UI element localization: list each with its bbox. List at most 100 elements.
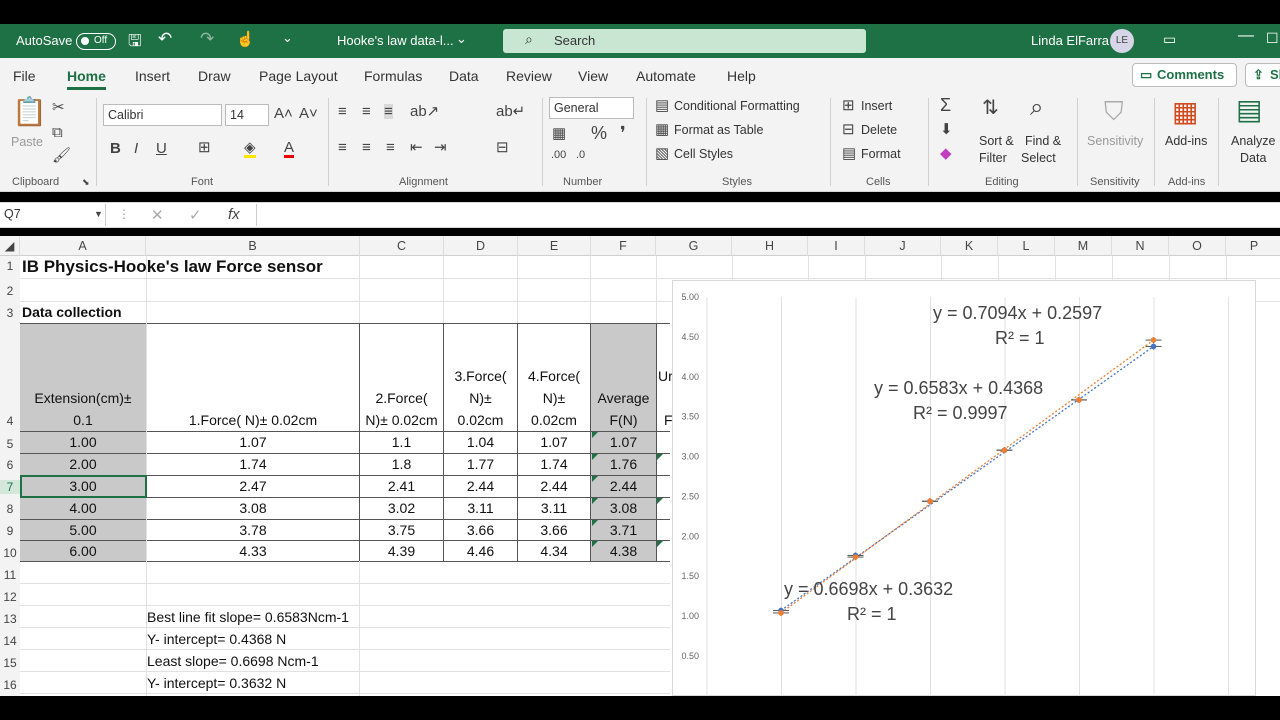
- align-left-icon[interactable]: ≡: [338, 140, 347, 155]
- tab-home[interactable]: Home: [67, 68, 106, 90]
- table-cell[interactable]: 4.38: [591, 543, 656, 559]
- column-header[interactable]: P: [1226, 236, 1280, 256]
- table-cell[interactable]: 3.00: [20, 478, 146, 494]
- column-header[interactable]: M: [1055, 236, 1112, 256]
- tab-review[interactable]: Review: [506, 68, 552, 84]
- table-cell[interactable]: 5.00: [20, 522, 146, 538]
- insert-function-icon[interactable]: fx: [228, 207, 240, 222]
- table-cell[interactable]: 3.02: [360, 500, 443, 516]
- tab-formulas[interactable]: Formulas: [364, 68, 422, 84]
- tab-file[interactable]: File: [13, 68, 36, 84]
- table-cell[interactable]: 3.08: [591, 500, 656, 516]
- shrink-font-icon[interactable]: A˅: [299, 106, 318, 121]
- row-header[interactable]: 6: [0, 458, 20, 472]
- font-color-icon[interactable]: A: [284, 140, 295, 158]
- column-header[interactable]: N: [1112, 236, 1169, 256]
- row-header[interactable]: 8: [0, 502, 20, 516]
- column-header[interactable]: J: [865, 236, 941, 256]
- wrap-text-icon[interactable]: ab↵: [496, 104, 525, 119]
- table-cell[interactable]: 3.11: [518, 500, 590, 516]
- delete-cells-button[interactable]: Delete: [861, 123, 897, 137]
- chevron-down-icon[interactable]: ⌄: [456, 31, 467, 47]
- data-label[interactable]: Data: [1240, 151, 1266, 165]
- table-cell[interactable]: 3.66: [518, 522, 590, 538]
- tab-help[interactable]: Help: [727, 68, 756, 84]
- table-cell[interactable]: 2.00: [20, 456, 146, 472]
- row-header[interactable]: 13: [0, 612, 20, 626]
- copy-icon[interactable]: ⧉: [52, 125, 63, 140]
- fill-icon[interactable]: ⬇: [940, 122, 953, 137]
- format-cells-button[interactable]: Format: [861, 147, 901, 161]
- paste-label[interactable]: Paste: [11, 135, 43, 149]
- format-cells-icon[interactable]: ▤: [842, 146, 856, 161]
- table-cell[interactable]: 3.75: [360, 522, 443, 538]
- table-cell[interactable]: 2.41: [360, 478, 443, 494]
- merge-center-icon[interactable]: ⊟: [496, 140, 509, 155]
- customize-qat-icon[interactable]: ⌄: [282, 30, 293, 46]
- undo-icon[interactable]: ↶: [158, 29, 172, 49]
- table-cell[interactable]: 3.71: [591, 522, 656, 538]
- table-cell[interactable]: 3.11: [444, 500, 517, 516]
- insert-cells-button[interactable]: Insert: [861, 99, 892, 113]
- column-header[interactable]: D: [444, 236, 518, 256]
- table-cell[interactable]: 3.08: [147, 500, 359, 516]
- analyze-data-icon[interactable]: ▤: [1236, 96, 1262, 124]
- cancel-icon[interactable]: ✕: [151, 208, 164, 223]
- center-icon[interactable]: ≡: [362, 140, 371, 155]
- tab-draw[interactable]: Draw: [198, 68, 231, 84]
- column-header[interactable]: E: [518, 236, 591, 256]
- column-header[interactable]: K: [941, 236, 998, 256]
- filter-label[interactable]: Filter: [979, 151, 1007, 165]
- touch-mode-icon[interactable]: ☝: [236, 30, 255, 48]
- row-header[interactable]: 10: [0, 546, 20, 560]
- table-cell[interactable]: 1.07: [147, 434, 359, 450]
- column-header[interactable]: A: [20, 236, 146, 256]
- orientation-icon[interactable]: ab↗: [410, 104, 439, 119]
- column-header[interactable]: B: [146, 236, 360, 256]
- row-header[interactable]: 3: [0, 306, 20, 320]
- save-icon[interactable]: 🖫: [128, 30, 142, 57]
- clear-icon[interactable]: ◆: [940, 146, 952, 161]
- sort-label[interactable]: Sort &: [979, 134, 1014, 148]
- italic-icon[interactable]: I: [134, 141, 138, 156]
- tab-view[interactable]: View: [578, 68, 608, 84]
- column-header[interactable]: G: [656, 236, 732, 256]
- table-cell[interactable]: 2.44: [518, 478, 590, 494]
- column-header[interactable]: O: [1169, 236, 1226, 256]
- maximize-icon[interactable]: ☐: [1266, 30, 1279, 47]
- table-cell[interactable]: 6.00: [20, 543, 146, 559]
- comments-button[interactable]: ▭ Comments: [1132, 63, 1237, 87]
- column-header[interactable]: L: [998, 236, 1055, 256]
- insert-cells-icon[interactable]: ⊞: [842, 98, 855, 113]
- table-cell[interactable]: 2.44: [591, 478, 656, 494]
- file-name[interactable]: Hooke's law data-l...: [337, 33, 454, 48]
- enter-icon[interactable]: ✓: [189, 208, 202, 223]
- redo-icon[interactable]: ↷: [200, 29, 214, 49]
- select-label[interactable]: Select: [1021, 151, 1056, 165]
- cut-icon[interactable]: ✂: [52, 100, 65, 115]
- accounting-format-icon[interactable]: ▦: [552, 126, 566, 141]
- align-bottom-icon[interactable]: ≡: [384, 104, 393, 119]
- dialog-launcher-icon[interactable]: ⬊: [82, 178, 90, 187]
- sort-filter-icon[interactable]: ⇅: [982, 98, 999, 118]
- number-format-box[interactable]: General: [549, 97, 634, 119]
- underline-icon[interactable]: U: [156, 141, 167, 156]
- conditional-formatting-button[interactable]: Conditional Formatting: [674, 99, 800, 113]
- tab-page-layout[interactable]: Page Layout: [259, 68, 338, 84]
- row-header[interactable]: 1: [0, 259, 20, 273]
- percent-icon[interactable]: %: [591, 124, 607, 142]
- row-header[interactable]: 7: [0, 480, 20, 494]
- conditional-formatting-icon[interactable]: ▤: [655, 98, 669, 113]
- find-label[interactable]: Find &: [1025, 134, 1061, 148]
- column-header[interactable]: F: [591, 236, 656, 256]
- tab-insert[interactable]: Insert: [135, 68, 170, 84]
- row-header[interactable]: 4: [0, 414, 20, 428]
- align-right-icon[interactable]: ≡: [386, 140, 395, 155]
- decrease-indent-icon[interactable]: ⇤: [410, 140, 423, 155]
- format-table-icon[interactable]: ▦: [655, 122, 669, 137]
- autosave-toggle[interactable]: Off: [76, 33, 116, 50]
- row-header[interactable]: 2: [0, 284, 20, 298]
- select-all-corner[interactable]: ◢: [0, 236, 20, 256]
- table-cell[interactable]: 2.44: [444, 478, 517, 494]
- scatter-chart[interactable]: 5.00 4.50 4.00 3.50 3.00 2.50 2.00 1.50 1.00 0.50…: [672, 280, 1256, 697]
